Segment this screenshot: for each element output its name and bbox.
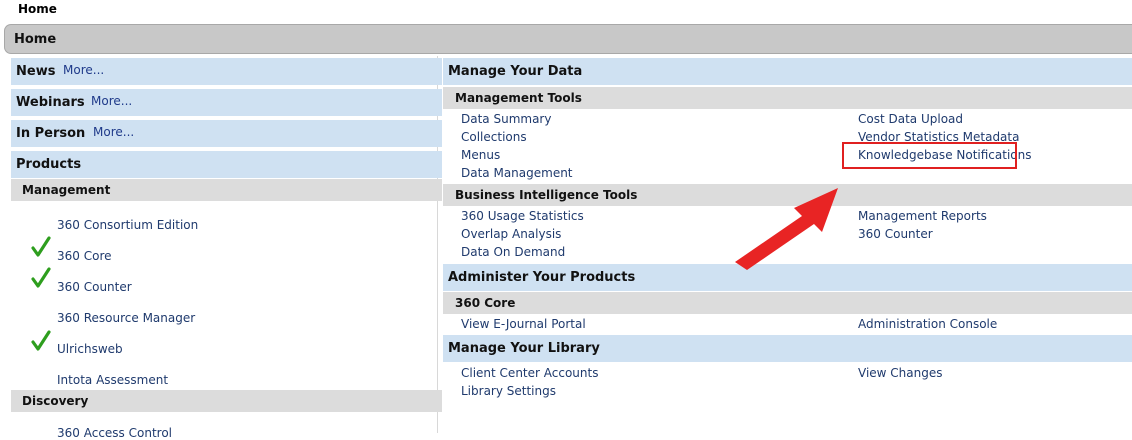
core-title: 360 Core xyxy=(455,296,516,310)
checkmark-icon xyxy=(31,236,51,257)
news-more-link[interactable]: More... xyxy=(63,63,104,77)
link-data-on-demand[interactable]: Data On Demand xyxy=(461,245,565,259)
management-tools-title: Management Tools xyxy=(455,91,582,105)
link-360-usage-statistics[interactable]: 360 Usage Statistics xyxy=(461,209,584,223)
bi-tools-title: Business Intelligence Tools xyxy=(455,188,638,202)
link-view-ejournal-portal[interactable]: View E-Journal Portal xyxy=(461,317,586,331)
link-menus[interactable]: Menus xyxy=(461,148,500,162)
link-cost-data-upload[interactable]: Cost Data Upload xyxy=(858,112,963,126)
link-data-management[interactable]: Data Management xyxy=(461,166,573,180)
product-link[interactable]: 360 Core xyxy=(57,249,112,263)
discovery-subheader: Discovery xyxy=(11,390,442,412)
product-link[interactable]: 360 Consortium Edition xyxy=(57,218,198,232)
product-link[interactable]: 360 Access Control xyxy=(57,426,172,440)
news-header: News More... xyxy=(11,58,442,85)
in-person-title: In Person xyxy=(16,126,86,141)
news-title: News xyxy=(16,64,56,79)
breadcrumb: Home xyxy=(18,2,57,16)
discovery-title: Discovery xyxy=(22,394,89,408)
home-tab-bar: Home xyxy=(4,24,1132,54)
administer-title: Administer Your Products xyxy=(448,270,636,285)
link-collections[interactable]: Collections xyxy=(461,130,527,144)
link-data-summary[interactable]: Data Summary xyxy=(461,112,551,126)
library-header: Manage Your Library xyxy=(443,335,1132,362)
in-person-more-link[interactable]: More... xyxy=(93,125,134,139)
webinars-more-link[interactable]: More... xyxy=(91,94,132,108)
highlight-box xyxy=(842,142,1017,169)
management-subheader: Management xyxy=(11,179,442,201)
link-administration-console[interactable]: Administration Console xyxy=(858,317,997,331)
manage-data-title: Manage Your Data xyxy=(448,64,583,79)
webinars-title: Webinars xyxy=(16,95,85,110)
management-title: Management xyxy=(22,183,111,197)
link-library-settings[interactable]: Library Settings xyxy=(461,384,556,398)
link-view-changes[interactable]: View Changes xyxy=(858,366,943,380)
management-tools-subheader: Management Tools xyxy=(443,87,1132,109)
product-link[interactable]: Intota Assessment xyxy=(57,373,168,387)
link-management-reports[interactable]: Management Reports xyxy=(858,209,987,223)
products-header: Products xyxy=(11,151,442,178)
link-client-center-accounts[interactable]: Client Center Accounts xyxy=(461,366,598,380)
link-360-counter[interactable]: 360 Counter xyxy=(858,227,933,241)
home-tab-title: Home xyxy=(14,32,57,47)
library-title: Manage Your Library xyxy=(448,341,600,356)
webinars-header: Webinars More... xyxy=(11,89,442,116)
checkmark-icon xyxy=(31,267,51,288)
link-overlap-analysis[interactable]: Overlap Analysis xyxy=(461,227,561,241)
product-link[interactable]: 360 Resource Manager xyxy=(57,311,195,325)
annotation-arrow-icon xyxy=(735,188,838,270)
checkmark-icon xyxy=(31,330,51,351)
products-title: Products xyxy=(16,157,82,172)
product-link[interactable]: 360 Counter xyxy=(57,280,132,294)
manage-data-header: Manage Your Data xyxy=(443,58,1132,85)
product-link[interactable]: Ulrichsweb xyxy=(57,342,123,356)
in-person-header: In Person More... xyxy=(11,120,442,147)
core-subheader: 360 Core xyxy=(443,292,1132,314)
